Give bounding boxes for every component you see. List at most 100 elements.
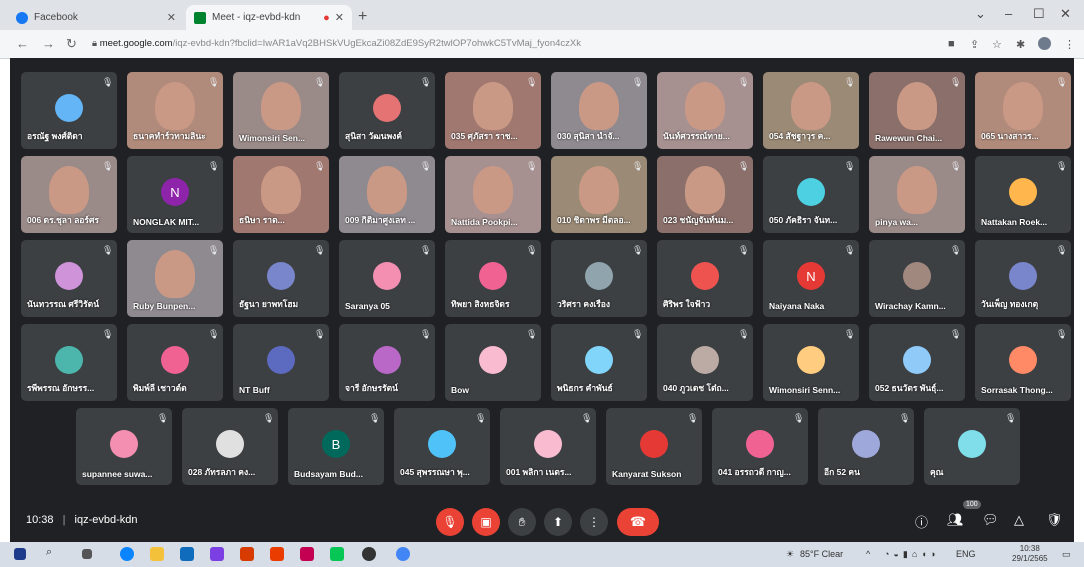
share-icon[interactable]: ⇪ — [970, 38, 979, 51]
participant-tile[interactable]: 🎙︎ 052 ธนวัตร พันธุ์... — [869, 324, 965, 401]
store-icon[interactable] — [210, 547, 224, 561]
weather-text[interactable]: 85°F Clear — [800, 549, 843, 559]
participant-tile[interactable]: 🎙︎ พิมพ์ลี เชาวต์ต — [127, 324, 223, 401]
participant-tile[interactable]: 🎙︎ 065 นางสาวร... — [975, 72, 1071, 149]
participant-tile[interactable]: 🎙︎ Ruby Bunpen... — [127, 240, 223, 317]
participant-tile[interactable]: 🎙︎ 023 ชนัญจันท์นม... — [657, 156, 753, 233]
participant-tile[interactable]: 🎙︎ Bow — [445, 324, 541, 401]
chrome-icon[interactable] — [396, 547, 410, 561]
more-options-icon[interactable]: ⋮ — [580, 508, 608, 536]
participant-tile[interactable]: 🎙︎ Kanyarat Sukson — [606, 408, 702, 485]
notification-icon[interactable]: ▭ — [1062, 549, 1071, 560]
participant-tile[interactable]: N 🎙︎ NONGLAK MIT... — [127, 156, 223, 233]
participant-tile[interactable]: 🎙︎ Wimonsiri Senn... — [763, 324, 859, 401]
participant-tile[interactable]: 🎙︎ 028 ภัทรลภา คง... — [182, 408, 278, 485]
participant-tile[interactable]: 🎙︎ คุณ — [924, 408, 1020, 485]
participant-tile[interactable]: 🎙︎ 054 สัชฐาวุร ค... — [763, 72, 859, 149]
tray-overflow-icon[interactable]: ^ — [866, 549, 870, 559]
host-controls-icon[interactable]: 🛡︎ — [1046, 512, 1063, 528]
participant-tile[interactable]: 🎙︎ อรณัฐ พงศ์ติดา — [21, 72, 117, 149]
tab-facebook[interactable]: Facebook ✕ — [8, 5, 184, 30]
clock[interactable]: 10:38 29/1/2565 — [1012, 544, 1048, 564]
participant-tile[interactable]: 🎙︎ ธนาคทำร์วทามลินะ — [127, 72, 223, 149]
obs-icon[interactable] — [362, 547, 376, 561]
tray-icons[interactable]: ◔◒▮⌂◖◗ — [884, 549, 940, 560]
profile-icon[interactable] — [1038, 37, 1051, 50]
reload-icon[interactable]: ↻ — [66, 36, 77, 52]
participant-tile[interactable]: B 🎙︎ Budsayam Bud... — [288, 408, 384, 485]
participant-name: ธนิษา ราต... — [239, 215, 285, 225]
participant-tile[interactable]: 🎙︎ supannee suwa... — [76, 408, 172, 485]
participant-tile[interactable]: 🎙︎ 035 ศุภัสรา ราช... — [445, 72, 541, 149]
participant-tile[interactable]: 🎙︎ NT Buff — [233, 324, 329, 401]
participant-tile[interactable]: 🎙︎ ธนิษา ราต... — [233, 156, 329, 233]
task-view-icon[interactable] — [82, 549, 92, 559]
menu-icon[interactable]: ⋮ — [1064, 38, 1075, 51]
participant-tile[interactable]: 🎙︎ วริศรา คงเรือง — [551, 240, 647, 317]
participant-tile[interactable]: 🎙︎ สุนิสา วัฒนพงค์ — [339, 72, 435, 149]
participant-tile[interactable]: 🎙︎ รพีพรรณ อักษรร... — [21, 324, 117, 401]
participant-tile[interactable]: 🎙︎ ทิพยา สิงหธจิดร — [445, 240, 541, 317]
participant-tile[interactable]: 🎙︎ วันเพ็ญ ทองเกตุ — [975, 240, 1071, 317]
participant-tile[interactable]: 🎙︎ พนิธกร คำพันธ์ — [551, 324, 647, 401]
windows-start-icon[interactable] — [14, 548, 26, 560]
participant-tile[interactable]: 🎙︎ 050 ภัคธิรา จันท... — [763, 156, 859, 233]
search-icon[interactable]: ⌕ — [46, 546, 60, 560]
chevron-down-icon[interactable]: ⌄ — [975, 6, 986, 22]
forward-icon[interactable]: → — [42, 36, 55, 51]
participant-tile[interactable]: 🎙︎ 030 สุนิสา นำจั... — [551, 72, 647, 149]
opera-icon[interactable] — [300, 547, 314, 561]
participant-tile[interactable]: 🎙︎ 040 ภูวเดช โต๋ถ... — [657, 324, 753, 401]
participant-tile[interactable]: 🎙︎ Nattida Pookpi... — [445, 156, 541, 233]
minimize-icon[interactable]: – — [1005, 6, 1012, 21]
tab-meet[interactable]: Meet - iqz-evbd-kdn ● ✕ — [186, 5, 352, 30]
weather-icon[interactable]: ☀︎ — [786, 549, 794, 560]
close-window-icon[interactable]: ✕ — [1060, 6, 1071, 22]
participant-tile[interactable]: 🎙︎ pinya wa... — [869, 156, 965, 233]
back-icon[interactable]: ← — [16, 36, 29, 51]
participant-tile[interactable]: 🎙︎ 006 ดร.ชุลา ลอร์ศร — [21, 156, 117, 233]
activities-icon[interactable]: △ — [1014, 512, 1024, 528]
close-tab-icon[interactable]: ✕ — [335, 11, 344, 24]
participant-tile[interactable]: 🎙︎ 010 ชิดาพร มีตลอ... — [551, 156, 647, 233]
present-icon[interactable]: ⬆︎ — [544, 508, 572, 536]
participant-tile[interactable]: 🎙︎ Sorrasak Thong... — [975, 324, 1071, 401]
participant-tile[interactable]: 🎙︎ จารี อักษรรัตน์ — [339, 324, 435, 401]
url-field[interactable]: 🔒︎ meet.google.com/iqz-evbd-kdn?fbclid=I… — [92, 35, 932, 53]
participant-tile[interactable]: 🎙︎ Saranya 05 — [339, 240, 435, 317]
participant-tile[interactable]: 🎙︎ ธัฐนา ยาพทโฮม — [233, 240, 329, 317]
extensions-icon[interactable]: ✱ — [1016, 38, 1025, 51]
participant-tile[interactable]: 🎙︎ 009 กิติมาศูงเลท ... — [339, 156, 435, 233]
edge-icon[interactable] — [120, 547, 134, 561]
raise-hand-icon[interactable]: ✋︎ — [508, 508, 536, 536]
language-indicator[interactable]: ENG — [956, 549, 976, 559]
new-tab-icon[interactable]: + — [358, 8, 367, 26]
participant-tile[interactable]: 🎙︎ อีก 52 คน — [818, 408, 914, 485]
participant-tile[interactable]: 🎙︎ Wirachay Kamn... — [869, 240, 965, 317]
camera-off-icon[interactable]: ▣ — [472, 508, 500, 536]
powerpoint-icon[interactable] — [270, 547, 284, 561]
file-explorer-icon[interactable] — [150, 547, 164, 561]
participant-tile[interactable]: 🎙︎ Nattakan Roek... — [975, 156, 1071, 233]
chat-icon[interactable]: 💬︎ — [982, 512, 999, 528]
participant-tile[interactable]: 🎙︎ 045 สุพรรณษา พุ... — [394, 408, 490, 485]
office-icon[interactable] — [240, 547, 254, 561]
maximize-icon[interactable]: ☐ — [1033, 6, 1045, 22]
participant-tile[interactable]: 🎙︎ นันทวรรณ ศรีวิรัตน์ — [21, 240, 117, 317]
participant-tile[interactable]: 🎙︎ Rawewun Chai... — [869, 72, 965, 149]
line-icon[interactable] — [330, 547, 344, 561]
end-call-icon[interactable]: ☎︎ — [617, 508, 659, 536]
participant-tile[interactable]: 🎙︎ นันท์ศวรรณ์ทาย... — [657, 72, 753, 149]
participant-tile[interactable]: 🎙︎ ศิริพร ใจฟ้าว — [657, 240, 753, 317]
mail-icon[interactable] — [180, 547, 194, 561]
mic-off-icon[interactable]: 🎙︎ — [436, 508, 464, 536]
participant-tile[interactable]: 🎙︎ 001 พลิกา เนตร... — [500, 408, 596, 485]
participant-tile[interactable]: N 🎙︎ Naiyana Naka — [763, 240, 859, 317]
star-icon[interactable]: ☆ — [992, 38, 1002, 51]
participant-tile[interactable]: 🎙︎ 041 อรรถวดี กาญ... — [712, 408, 808, 485]
participant-tile[interactable]: 🎙︎ Wimonsiri Sen... — [233, 72, 329, 149]
info-icon[interactable]: ⓘ — [915, 512, 928, 531]
close-tab-icon[interactable]: ✕ — [167, 11, 176, 24]
camera-icon[interactable]: ■ — [948, 38, 955, 50]
people-icon[interactable]: 👥︎ — [947, 512, 964, 528]
